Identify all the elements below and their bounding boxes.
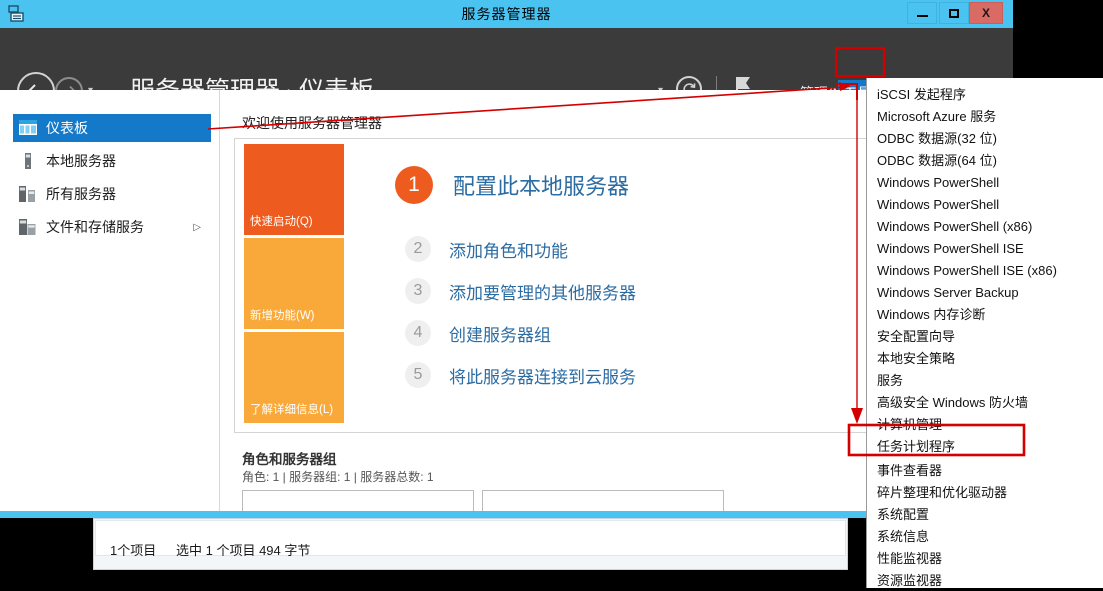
tile-label: 新增功能(W) bbox=[250, 307, 315, 323]
minimize-button[interactable] bbox=[907, 2, 937, 24]
role-card-2[interactable] bbox=[482, 490, 724, 511]
step-add-other-servers[interactable]: 3 添加要管理的其他服务器 bbox=[405, 278, 636, 304]
tile-label: 快速启动(Q) bbox=[250, 213, 313, 229]
menu-item-performance-monitor[interactable]: 性能监视器 bbox=[877, 548, 1099, 569]
menu-item-firewall[interactable]: 高级安全 Windows 防火墙 bbox=[877, 392, 1099, 413]
status-item-count: 1个项目 bbox=[110, 540, 156, 559]
step-add-roles-features[interactable]: 2 添加角色和功能 bbox=[405, 236, 568, 262]
window-bottom-edge bbox=[0, 511, 1013, 518]
menu-item-odbc-32[interactable]: ODBC 数据源(32 位) bbox=[877, 128, 1099, 149]
sidebar-item-all-servers[interactable]: 所有服务器 bbox=[13, 180, 211, 208]
server-manager-window: 服务器管理器 X ▾ 服务器管理器›仪表板 ▾ bbox=[0, 0, 1013, 518]
step-label[interactable]: 创建服务器组 bbox=[449, 321, 551, 346]
menu-item-server-backup[interactable]: Windows Server Backup bbox=[877, 282, 1099, 303]
tile-quick-start[interactable]: 快速启动(Q) bbox=[244, 144, 344, 235]
menu-item-powershell-ise[interactable]: Windows PowerShell ISE bbox=[877, 238, 1099, 259]
chevron-right-icon[interactable]: ▷ bbox=[193, 222, 201, 233]
menu-item-memory-diagnostic[interactable]: Windows 内存诊断 bbox=[877, 304, 1099, 325]
step-number: 2 bbox=[405, 236, 431, 262]
menu-item-system-config[interactable]: 系统配置 bbox=[877, 504, 1099, 525]
step-number: 5 bbox=[405, 362, 431, 388]
welcome-heading: 欢迎使用服务器管理器 bbox=[242, 113, 382, 133]
roles-section-summary: 角色: 1 | 服务器组: 1 | 服务器总数: 1 bbox=[242, 468, 434, 485]
menu-item-task-scheduler[interactable]: 任务计划程序 bbox=[877, 436, 1099, 457]
local-server-icon bbox=[19, 153, 37, 169]
sidebar-item-dashboard[interactable]: 仪表板 bbox=[13, 114, 211, 142]
menu-item-powershell-2[interactable]: Windows PowerShell bbox=[877, 194, 1099, 215]
step-create-server-group[interactable]: 4 创建服务器组 bbox=[405, 320, 551, 346]
step-number: 3 bbox=[405, 278, 431, 304]
menu-item-defrag[interactable]: 碎片整理和优化驱动器 bbox=[877, 482, 1099, 503]
sidebar-item-label: 所有服务器 bbox=[46, 184, 116, 204]
menu-item-services[interactable]: 服务 bbox=[877, 370, 1099, 391]
roles-section-title: 角色和服务器组 bbox=[242, 448, 337, 468]
menu-item-security-config-wizard[interactable]: 安全配置向导 bbox=[877, 326, 1099, 347]
sidebar-item-file-storage[interactable]: 文件和存储服务 ▷ bbox=[13, 213, 211, 241]
step-label[interactable]: 添加要管理的其他服务器 bbox=[449, 279, 636, 304]
menu-item-computer-management[interactable]: 计算机管理 bbox=[877, 414, 1099, 435]
step-label[interactable]: 将此服务器连接到云服务 bbox=[449, 363, 636, 388]
sidebar-item-label: 本地服务器 bbox=[46, 151, 116, 171]
menu-item-iscsi[interactable]: iSCSI 发起程序 bbox=[877, 84, 1099, 105]
title-bar: 服务器管理器 X bbox=[0, 0, 1013, 28]
close-button[interactable]: X bbox=[969, 2, 1003, 24]
menu-item-powershell-x86[interactable]: Windows PowerShell (x86) bbox=[877, 216, 1099, 237]
tile-whats-new[interactable]: 新增功能(W) bbox=[244, 238, 344, 329]
step-connect-cloud[interactable]: 5 将此服务器连接到云服务 bbox=[405, 362, 636, 388]
step-label[interactable]: 配置此本地服务器 bbox=[453, 169, 629, 201]
file-storage-icon bbox=[19, 219, 37, 235]
menu-item-system-info[interactable]: 系统信息 bbox=[877, 526, 1099, 547]
all-servers-icon bbox=[19, 186, 37, 202]
step-label[interactable]: 添加角色和功能 bbox=[449, 237, 568, 262]
step-configure-local-server[interactable]: 1 配置此本地服务器 bbox=[395, 166, 629, 204]
step-number: 4 bbox=[405, 320, 431, 346]
tools-dropdown-menu: iSCSI 发起程序 Microsoft Azure 服务 ODBC 数据源(3… bbox=[866, 78, 1103, 588]
tile-learn-more[interactable]: 了解详细信息(L) bbox=[244, 332, 344, 423]
sidebar-item-label: 仪表板 bbox=[46, 118, 88, 138]
menu-item-powershell-1[interactable]: Windows PowerShell bbox=[877, 172, 1099, 193]
menu-item-event-viewer[interactable]: 事件查看器 bbox=[877, 460, 1099, 481]
role-card-1[interactable] bbox=[242, 490, 474, 511]
maximize-button[interactable] bbox=[939, 2, 969, 24]
step-number: 1 bbox=[395, 166, 433, 204]
status-selection-info: 选中 1 个项目 494 字节 bbox=[176, 540, 310, 559]
menu-item-odbc-64[interactable]: ODBC 数据源(64 位) bbox=[877, 150, 1099, 171]
welcome-panel: 快速启动(Q) 新增功能(W) 了解详细信息(L) 1 配置此本地服务器 2 添… bbox=[234, 138, 961, 433]
sidebar-item-local-server[interactable]: 本地服务器 bbox=[13, 147, 211, 175]
tile-label: 了解详细信息(L) bbox=[250, 401, 333, 417]
dashboard-icon bbox=[19, 120, 37, 136]
sidebar-item-label: 文件和存储服务 bbox=[46, 217, 144, 237]
sidebar: 仪表板 本地服务器 所有服务器 bbox=[5, 90, 220, 511]
menu-item-azure[interactable]: Microsoft Azure 服务 bbox=[877, 106, 1099, 127]
command-bar: ▾ 服务器管理器›仪表板 ▾ 管理(M) 工具(T) 视图(V) 帮助(H) bbox=[0, 28, 1013, 90]
window-title: 服务器管理器 bbox=[0, 0, 1013, 28]
menu-item-local-security-policy[interactable]: 本地安全策略 bbox=[877, 348, 1099, 369]
menu-item-powershell-ise-x86[interactable]: Windows PowerShell ISE (x86) bbox=[877, 260, 1099, 281]
